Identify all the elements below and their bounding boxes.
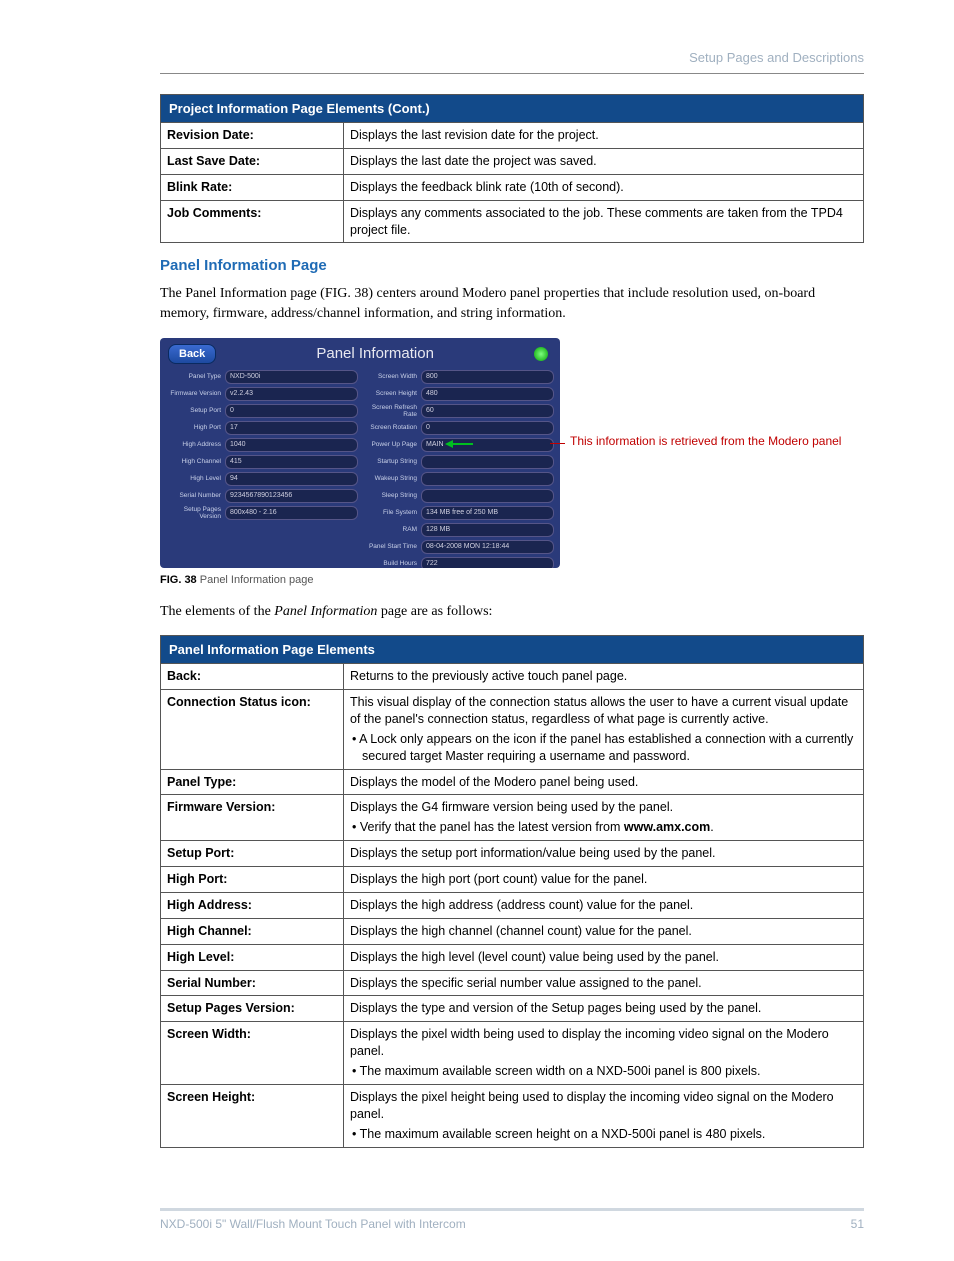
panel-field-label: Screen Width (362, 373, 421, 380)
figure-wrap: Back Panel Information Panel TypeNXD-500… (160, 338, 864, 568)
table-row-desc: Displays the high level (level count) va… (344, 944, 864, 970)
table-row-desc: Returns to the previously active touch p… (344, 664, 864, 690)
panel-field-value: 800 (421, 370, 554, 384)
panel-back-button[interactable]: Back (168, 344, 216, 364)
table-row-desc: Displays the G4 firmware version being u… (344, 795, 864, 841)
table-row-label: Revision Date: (161, 123, 344, 149)
table-row-label: Job Comments: (161, 200, 344, 243)
table-row-desc: Displays the last revision date for the … (344, 123, 864, 149)
panel-field-label: High Port (166, 424, 225, 431)
panel-field-value: 134 MB free of 250 MB (421, 506, 554, 520)
table-row-label: Serial Number: (161, 970, 344, 996)
footer-page-number: 51 (851, 1217, 864, 1231)
table-row-label: Panel Type: (161, 769, 344, 795)
table-row-desc: Displays the high port (port count) valu… (344, 867, 864, 893)
table-row-label: High Level: (161, 944, 344, 970)
panel-field-value: 60 (421, 404, 554, 418)
panel-field-value: 415 (225, 455, 358, 469)
table-row-label: High Address: (161, 892, 344, 918)
table-row-label: Back: (161, 664, 344, 690)
panel-field-label: High Level (166, 475, 225, 482)
table-row-label: Connection Status icon: (161, 690, 344, 770)
panel-field-label: High Channel (166, 458, 225, 465)
panel-field-value: 800x480 - 2.16 (225, 506, 358, 520)
panel-field-label: RAM (362, 526, 421, 533)
panel-info-elements-table: Panel Information Page Elements Back:Ret… (160, 635, 864, 1147)
panel-field-value (421, 489, 554, 503)
panel-field-value: 722 (421, 557, 554, 568)
footer-left: NXD-500i 5" Wall/Flush Mount Touch Panel… (160, 1217, 466, 1231)
table-row-desc: Displays the model of the Modero panel b… (344, 769, 864, 795)
panel-field-label: Serial Number (166, 492, 225, 499)
panel-field-value: 1040 (225, 438, 358, 452)
table-row-label: Firmware Version: (161, 795, 344, 841)
panel-field-value (421, 455, 554, 469)
table-row-label: Screen Height: (161, 1084, 344, 1147)
page-footer: NXD-500i 5" Wall/Flush Mount Touch Panel… (160, 1208, 864, 1231)
page-header: Setup Pages and Descriptions (160, 50, 864, 74)
panel-field-label: Setup Pages Version (166, 506, 225, 520)
fig-caption-text: Panel Information page (197, 574, 314, 586)
table-row-desc: Displays the pixel height being used to … (344, 1084, 864, 1147)
fig-number: FIG. 38 (160, 574, 197, 586)
table-row-desc: Displays the feedback blink rate (10th o… (344, 174, 864, 200)
panel-title: Panel Information (216, 345, 534, 362)
table-row-desc: Displays the high channel (channel count… (344, 918, 864, 944)
table-row-desc: Displays the pixel width being used to d… (344, 1022, 864, 1085)
panel-field-value: 9234567890123456 (225, 489, 358, 503)
panel-field-label: High Address (166, 441, 225, 448)
table-row-desc: This visual display of the connection st… (344, 690, 864, 770)
panel-field-label: Setup Port (166, 407, 225, 414)
panel-screenshot: Back Panel Information Panel TypeNXD-500… (160, 338, 560, 568)
panel-field-label: Sleep String (362, 492, 421, 499)
table1-title: Project Information Page Elements (Cont.… (161, 95, 864, 123)
section-paragraph: The Panel Information page (FIG. 38) cen… (160, 284, 864, 323)
panel-field-label: Firmware Version (166, 390, 225, 397)
panel-field-label: Panel Type (166, 373, 225, 380)
header-right-text: Setup Pages and Descriptions (689, 50, 864, 65)
callout-text: This information is retrieved from the M… (570, 434, 841, 448)
panel-field-value: 480 (421, 387, 554, 401)
panel-field-value: 94 (225, 472, 358, 486)
table-row-label: Screen Width: (161, 1022, 344, 1085)
table-row-label: Setup Port: (161, 841, 344, 867)
figure-caption: FIG. 38 Panel Information page (160, 574, 864, 586)
panel-field-value: 08-04-2008 MON 12:18:44 (421, 540, 554, 554)
panel-field-label: Screen Height (362, 390, 421, 397)
panel-field-label: Panel Start Time (362, 543, 421, 550)
panel-field-value: 0 (421, 421, 554, 435)
panel-field-label: Startup String (362, 458, 421, 465)
panel-field-value: MAIN (421, 438, 554, 452)
panel-field-value: 17 (225, 421, 358, 435)
table-row-desc: Displays the specific serial number valu… (344, 970, 864, 996)
panel-field-label: File System (362, 509, 421, 516)
panel-field-value: v2.2.43 (225, 387, 358, 401)
table-row-desc: Displays the high address (address count… (344, 892, 864, 918)
project-info-table: Project Information Page Elements (Cont.… (160, 94, 864, 243)
panel-field-label: Power Up Page (362, 441, 421, 448)
table2-title: Panel Information Page Elements (161, 636, 864, 664)
table-row-label: Last Save Date: (161, 148, 344, 174)
table-row-desc: Displays the setup port information/valu… (344, 841, 864, 867)
section-heading: Panel Information Page (160, 257, 864, 274)
panel-field-label: Build Hours (362, 560, 421, 567)
table-row-label: Setup Pages Version: (161, 996, 344, 1022)
panel-field-label: Wakeup String (362, 475, 421, 482)
table-row-label: High Channel: (161, 918, 344, 944)
connection-status-icon (534, 347, 548, 361)
table-row-desc: Displays any comments associated to the … (344, 200, 864, 243)
intro-elements-paragraph: The elements of the Panel Information pa… (160, 602, 864, 622)
panel-field-value: 128 MB (421, 523, 554, 537)
panel-field-label: Screen Rotation (362, 424, 421, 431)
panel-field-value (421, 472, 554, 486)
table-row-desc: Displays the type and version of the Set… (344, 996, 864, 1022)
table-row-label: High Port: (161, 867, 344, 893)
panel-field-value: 0 (225, 404, 358, 418)
table-row-desc: Displays the last date the project was s… (344, 148, 864, 174)
panel-field-label: Screen Refresh Rate (362, 404, 421, 418)
panel-field-value: NXD-500i (225, 370, 358, 384)
figure-callout: This information is retrieved from the M… (560, 338, 841, 450)
table-row-label: Blink Rate: (161, 174, 344, 200)
